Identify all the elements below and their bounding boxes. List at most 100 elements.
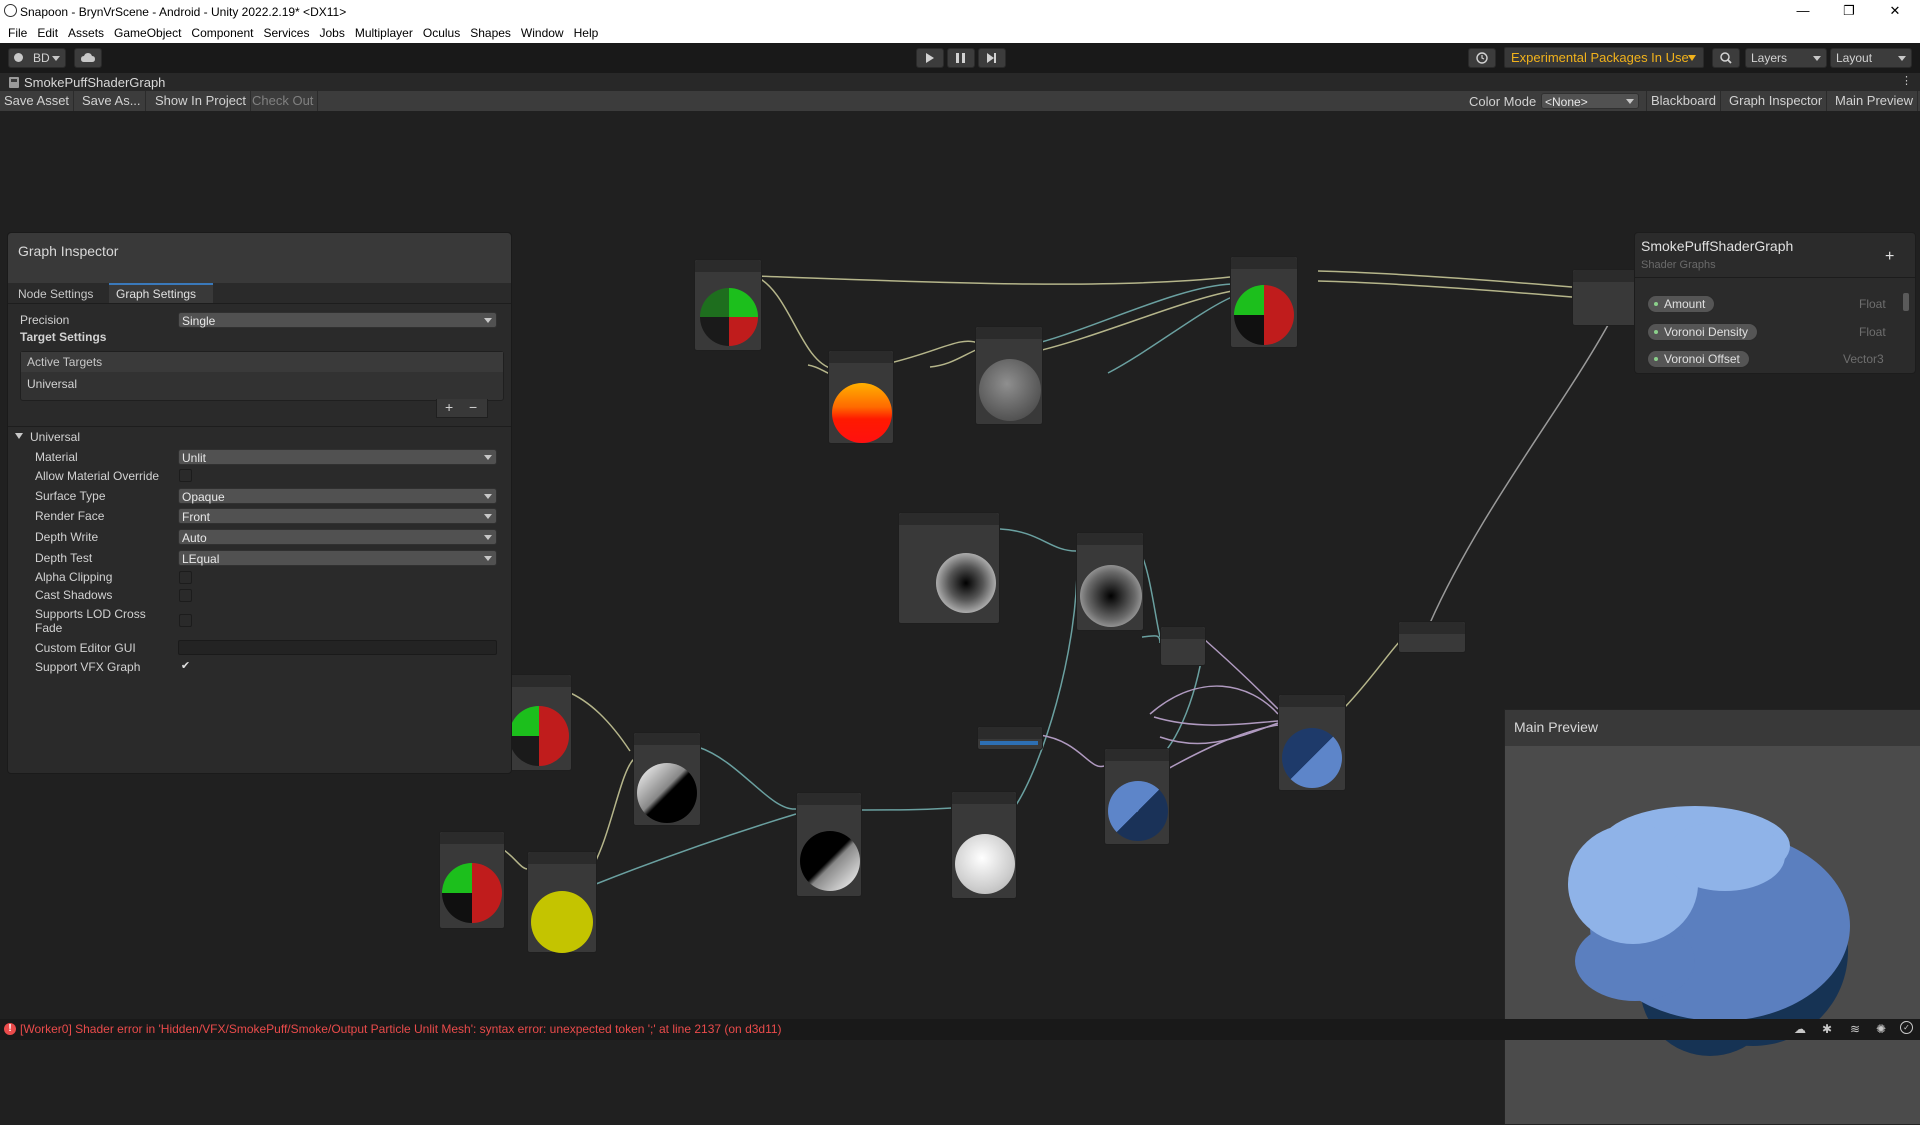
more-options-icon[interactable]: ⋮ — [1901, 74, 1912, 87]
menu-multiplayer[interactable]: Multiplayer — [350, 23, 418, 43]
fragment-master-node[interactable] — [1398, 621, 1466, 653]
property-pill-voronoi-density[interactable]: Voronoi Density — [1647, 323, 1759, 341]
depth-write-dropdown[interactable]: Auto — [178, 529, 497, 545]
progress-icon[interactable]: ≋ — [1850, 1022, 1860, 1036]
graph-node[interactable] — [898, 512, 1000, 624]
main-preview-toggle[interactable]: Main Preview — [1831, 91, 1919, 111]
render-face-value: Front — [182, 510, 211, 524]
color-mode-dropdown[interactable]: <None> — [1541, 93, 1639, 109]
menu-window[interactable]: Window — [516, 23, 569, 43]
cache-server-icon[interactable]: ☁ — [1794, 1022, 1806, 1036]
menu-edit[interactable]: Edit — [32, 23, 63, 43]
checkmark-icon[interactable]: ✓ — [1900, 1021, 1913, 1034]
graph-node[interactable] — [1230, 256, 1298, 348]
property-pill-voronoi-offset[interactable]: Voronoi Offset — [1647, 350, 1750, 368]
search-button[interactable] — [1712, 48, 1740, 68]
check-out-button[interactable]: Check Out — [248, 91, 319, 111]
debug-icon[interactable]: ✱ — [1822, 1022, 1832, 1036]
menu-jobs[interactable]: Jobs — [314, 23, 349, 43]
graph-node[interactable] — [951, 791, 1017, 899]
property-dot-icon — [1654, 357, 1658, 361]
menu-component[interactable]: Component — [186, 23, 258, 43]
property-pill-amount[interactable]: Amount — [1647, 295, 1716, 313]
add-property-button[interactable]: + — [1885, 248, 1894, 266]
allow-material-override-checkbox[interactable] — [179, 469, 192, 482]
depth-write-value: Auto — [182, 531, 207, 545]
preview-render[interactable] — [1505, 746, 1920, 1124]
property-type: Float — [1859, 297, 1886, 311]
universal-section-header[interactable]: Universal — [30, 430, 80, 444]
save-asset-button[interactable]: Save Asset — [0, 91, 75, 111]
menu-gameobject[interactable]: GameObject — [109, 23, 186, 43]
property-dot-icon — [1654, 302, 1658, 306]
graph-node[interactable] — [977, 726, 1043, 750]
supports-lod-cross-fade-checkbox[interactable] — [179, 614, 192, 627]
close-window-button[interactable]: ✕ — [1872, 0, 1918, 23]
chevron-down-icon — [484, 318, 492, 323]
blackboard-toggle[interactable]: Blackboard — [1646, 91, 1722, 111]
experimental-packages-dropdown[interactable]: Experimental Packages In Use — [1504, 47, 1704, 68]
graph-node[interactable] — [796, 792, 862, 897]
history-button[interactable] — [1468, 48, 1496, 68]
foldout-arrow-icon[interactable] — [15, 433, 23, 439]
material-dropdown[interactable]: Unlit — [178, 449, 497, 465]
graph-node[interactable] — [633, 732, 701, 826]
graph-node[interactable] — [975, 326, 1043, 425]
maximize-button[interactable]: ❐ — [1826, 0, 1872, 23]
property-dot-icon — [1654, 330, 1658, 334]
list-footer: + − — [436, 399, 488, 418]
account-dropdown[interactable]: BD — [8, 48, 66, 68]
show-in-project-button[interactable]: Show In Project — [151, 91, 252, 111]
custom-editor-gui-field[interactable] — [178, 640, 497, 655]
shader-graph-tab[interactable]: SmokePuffShaderGraph ⋮ — [0, 73, 1920, 91]
graph-node[interactable] — [506, 674, 572, 771]
render-face-dropdown[interactable]: Front — [178, 508, 497, 524]
menu-shapes[interactable]: Shapes — [465, 23, 516, 43]
remove-target-button[interactable]: − — [469, 399, 477, 415]
console-error-message[interactable]: [Worker0] Shader error in 'Hidden/VFX/Sm… — [20, 1022, 782, 1036]
graph-node[interactable] — [1076, 532, 1144, 631]
depth-test-dropdown[interactable]: LEqual — [178, 550, 497, 566]
menu-assets[interactable]: Assets — [63, 23, 109, 43]
play-button[interactable] — [916, 48, 944, 68]
graph-canvas[interactable]: Graph Inspector Node Settings Graph Sett… — [0, 111, 1920, 1125]
tab-graph-settings[interactable]: Graph Settings — [109, 283, 213, 303]
layers-dropdown[interactable]: Layers — [1745, 48, 1827, 68]
status-bar: ! [Worker0] Shader error in 'Hidden/VFX/… — [0, 1019, 1920, 1040]
graph-node[interactable] — [828, 350, 894, 444]
menu-file[interactable]: File — [3, 23, 32, 43]
cast-shadows-checkbox[interactable] — [179, 589, 192, 602]
minimize-button[interactable]: — — [1780, 0, 1826, 23]
edge — [1037, 290, 1233, 352]
tab-node-settings[interactable]: Node Settings — [18, 287, 93, 301]
graph-node[interactable] — [1104, 748, 1170, 845]
blackboard-scrollbar[interactable] — [1903, 293, 1909, 311]
surface-type-dropdown[interactable]: Opaque — [178, 488, 497, 504]
graph-node[interactable] — [439, 831, 505, 929]
edge — [1204, 639, 1279, 710]
graph-node[interactable] — [527, 851, 597, 953]
cloud-button[interactable] — [74, 48, 102, 68]
graph-node[interactable] — [694, 259, 762, 351]
vertex-master-node[interactable] — [1572, 269, 1638, 326]
active-targets-list: Active Targets Universal — [20, 351, 504, 401]
step-button[interactable] — [978, 48, 1006, 68]
layout-dropdown[interactable]: Layout — [1830, 48, 1912, 68]
support-vfx-graph-checkbox[interactable]: ✔ — [179, 660, 192, 673]
save-as-button[interactable]: Save As... — [78, 91, 146, 111]
surface-type-value: Opaque — [182, 490, 225, 504]
precision-dropdown[interactable]: Single — [178, 312, 497, 328]
edge — [754, 275, 834, 370]
graph-node[interactable] — [1160, 626, 1206, 666]
pause-button[interactable] — [947, 48, 975, 68]
graph-node[interactable] — [1278, 694, 1346, 791]
lighting-icon[interactable]: ✺ — [1876, 1022, 1886, 1036]
menu-oculus[interactable]: Oculus — [418, 23, 465, 43]
graph-inspector-toggle[interactable]: Graph Inspector — [1725, 91, 1828, 111]
add-target-button[interactable]: + — [445, 399, 453, 415]
main-preview-panel: Main Preview — [1504, 709, 1920, 1125]
target-item-universal[interactable]: Universal — [27, 377, 77, 391]
alpha-clipping-checkbox[interactable] — [179, 571, 192, 584]
menu-services[interactable]: Services — [258, 23, 314, 43]
menu-help[interactable]: Help — [569, 23, 604, 43]
